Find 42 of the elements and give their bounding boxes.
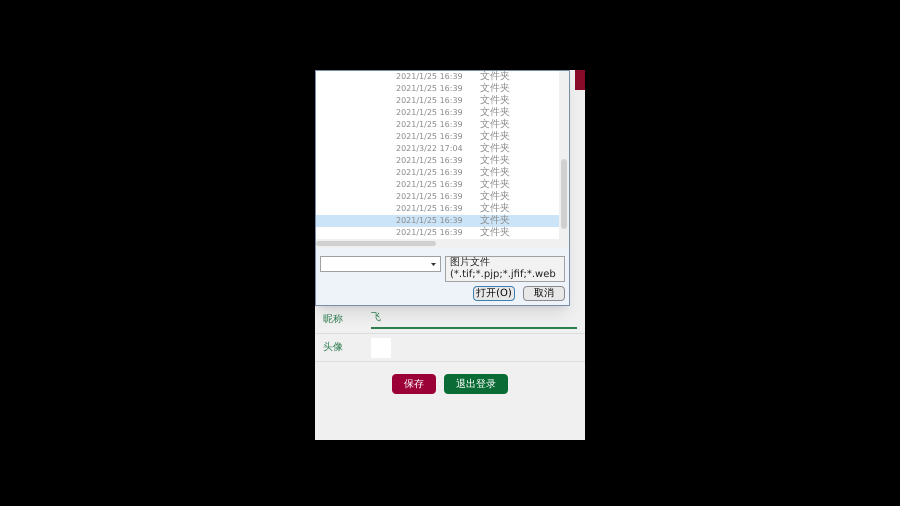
file-type: 文件夹 <box>480 215 510 226</box>
file-type: 文件夹 <box>480 83 510 94</box>
caret-icon <box>431 262 436 266</box>
file-type: 文件夹 <box>480 227 510 239</box>
modified-date: 2021/1/25 16:39 <box>396 119 464 131</box>
modified-date: 2021/1/25 16:39 <box>396 215 464 227</box>
file-type: 文件夹 <box>480 203 510 214</box>
file-type: 文件夹 <box>480 131 510 142</box>
modified-date: 2021/1/25 16:39 <box>396 71 464 83</box>
modified-date: 2021/1/25 16:39 <box>396 227 464 239</box>
modified-date: 2021/1/25 16:39 <box>396 179 464 191</box>
file-type: 文件夹 <box>480 155 510 166</box>
file-type: 文件夹 <box>480 191 510 202</box>
file-name-field[interactable] <box>320 256 441 272</box>
modified-date: 2021/1/25 16:39 <box>396 83 464 95</box>
form-button[interactable]: 退出登录 <box>444 374 508 394</box>
field-label: 昵称 <box>323 313 344 327</box>
modified-date: 2021/1/25 16:39 <box>396 155 464 167</box>
file-type: 文件夹 <box>480 107 510 118</box>
horizontal-scrollbar[interactable] <box>316 239 569 248</box>
file-type: 文件夹 <box>480 95 510 106</box>
file-type: 文件夹 <box>480 143 510 154</box>
modified-date: 2021/1/25 16:39 <box>396 131 464 143</box>
file-type: 文件夹 <box>480 119 510 130</box>
file-type: 文件夹 <box>480 71 510 82</box>
modified-date: 2021/1/25 16:39 <box>396 203 464 215</box>
modified-date: 2021/3/22 17:04 <box>396 143 464 155</box>
modified-date: 2021/1/25 16:39 <box>396 107 464 119</box>
dialog-button[interactable]: 打开(O) <box>473 286 515 301</box>
file-row[interactable]: 2021/1/25 16:39 文件夹 <box>316 215 559 227</box>
vertical-scrollbar[interactable] <box>559 71 569 239</box>
field-label: 头像 <box>323 340 344 355</box>
modified-date: 2021/1/25 16:39 <box>396 191 464 203</box>
modified-date: 2021/1/25 16:39 <box>396 167 464 179</box>
form-button[interactable]: 保存 <box>392 374 436 394</box>
text-field[interactable]: 飞 <box>371 310 577 329</box>
dialog-button[interactable]: 取消 <box>523 286 565 301</box>
file-type: 文件夹 <box>480 179 510 190</box>
page-header-bar <box>575 70 585 90</box>
file-type-dropdown[interactable]: 图片文件 (*.tif;*.pjp;*.jfif;*.web <box>445 256 565 282</box>
modified-date: 2021/1/25 16:39 <box>396 95 464 107</box>
file-type: 文件夹 <box>480 167 510 178</box>
